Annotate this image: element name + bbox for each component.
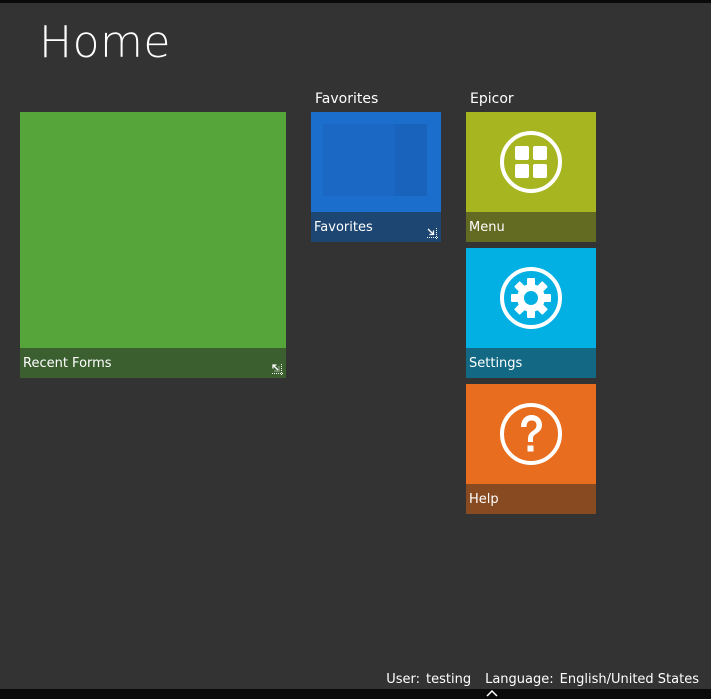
- tile-label-menu: Menu: [469, 220, 505, 235]
- favorites-preview-panel: [395, 124, 427, 196]
- page-title: Home: [39, 17, 171, 68]
- tile-label-settings: Settings: [469, 356, 523, 371]
- grid-icon: [500, 131, 562, 193]
- language-label: Language:: [485, 672, 554, 687]
- group-header-favorites: Favorites: [315, 91, 379, 107]
- tile-label-recent-forms: Recent Forms: [23, 356, 112, 371]
- user-value: testing: [426, 672, 472, 687]
- tile-menu[interactable]: Menu: [466, 112, 596, 242]
- resize-icon[interactable]: [272, 364, 283, 375]
- tile-settings[interactable]: Settings: [466, 248, 596, 378]
- tile-help[interactable]: Help: [466, 384, 596, 514]
- gear-icon: [500, 267, 562, 329]
- resize-icon[interactable]: [427, 228, 438, 239]
- help-icon: [500, 403, 562, 465]
- tile-label-favorites: Favorites: [314, 220, 373, 235]
- favorites-preview-divider: [395, 159, 427, 160]
- chevron-up-icon[interactable]: [485, 689, 499, 697]
- group-header-epicor: Epicor: [470, 91, 514, 107]
- window-top-border: [0, 0, 711, 3]
- tile-label-help: Help: [469, 492, 499, 507]
- app-bar[interactable]: [0, 689, 711, 699]
- tile-recent-forms[interactable]: Recent Forms: [20, 112, 286, 378]
- status-line: User: testing Language: English/United Stat…: [386, 671, 699, 688]
- user-label: User:: [386, 672, 421, 687]
- language-value: English/United States: [559, 672, 699, 687]
- tile-favorites[interactable]: Favorites: [311, 112, 441, 242]
